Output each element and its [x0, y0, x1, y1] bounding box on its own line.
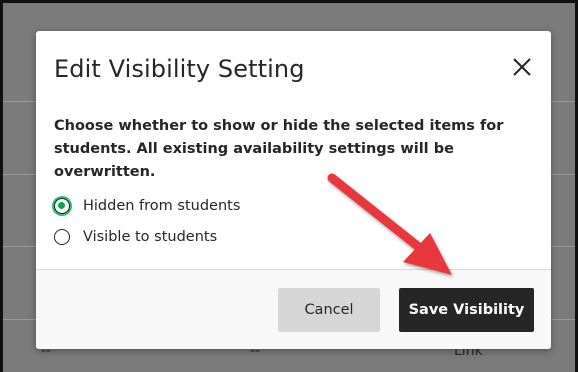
- dialog-title: Edit Visibility Setting: [54, 55, 305, 83]
- option-hidden-from-students[interactable]: Hidden from students: [54, 195, 240, 217]
- radio-hidden-from-students[interactable]: [54, 198, 70, 214]
- radio-visible-to-students[interactable]: [54, 229, 70, 245]
- dialog-footer: Cancel Save Visibility: [36, 269, 551, 349]
- cancel-button[interactable]: Cancel: [278, 288, 380, 332]
- option-label: Hidden from students: [83, 198, 241, 214]
- option-visible-to-students[interactable]: Visible to students: [54, 226, 217, 248]
- edit-visibility-dialog: Edit Visibility Setting Choose whether t…: [36, 31, 551, 349]
- close-button[interactable]: [510, 55, 534, 79]
- save-visibility-button[interactable]: Save Visibility: [399, 288, 534, 332]
- screenshot-frame: -- -- Link Edit Visibility Setting Choos…: [0, 0, 578, 372]
- option-label: Visible to students: [83, 229, 218, 245]
- dialog-instruction: Choose whether to show or hide the selec…: [54, 118, 504, 180]
- close-icon: [513, 58, 531, 76]
